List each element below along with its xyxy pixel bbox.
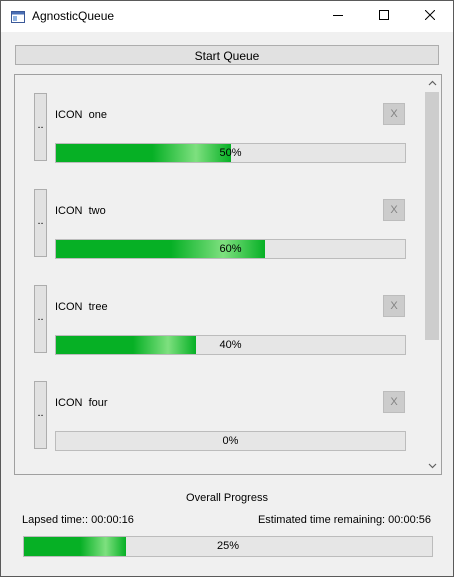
close-window-button[interactable] (407, 1, 453, 32)
maximize-button[interactable] (361, 1, 407, 32)
drag-handle[interactable]: .. (34, 381, 47, 449)
lapsed-time-label: Lapsed time:: 00:00:16 (22, 514, 134, 526)
title-bar: AgnosticQueue (1, 1, 453, 32)
scroll-down-button[interactable] (424, 458, 441, 474)
drag-handle[interactable]: .. (34, 285, 47, 353)
scroll-thumb[interactable] (425, 92, 439, 340)
progress-text: 0% (222, 435, 239, 447)
remove-item-button[interactable]: X (383, 199, 405, 221)
remove-item-button[interactable]: X (383, 103, 405, 125)
chevron-down-icon (428, 460, 437, 472)
queue-item: .. ICON two X 60% (15, 171, 424, 267)
progress-text: 25% (216, 540, 240, 552)
maximize-icon (379, 10, 389, 23)
remove-item-button[interactable]: X (383, 391, 405, 413)
remove-item-button[interactable]: X (383, 295, 405, 317)
queue-item-label: ICON tree (55, 301, 108, 313)
queue-item: .. ICON tree X 40% (15, 267, 424, 363)
progress-text: 40% (219, 339, 242, 351)
queue-item-label: ICON one (55, 109, 107, 121)
item-progress-bar: 50% (55, 143, 406, 163)
drag-handle[interactable]: .. (34, 93, 47, 161)
drag-handle[interactable]: .. (34, 189, 47, 257)
start-queue-button[interactable]: Start Queue (15, 45, 439, 65)
queue-item: .. ICON four X 0% (15, 363, 424, 459)
queue-scroll-area[interactable]: .. ICON one X 50% .. ICON two X 60% .. I… (14, 74, 442, 475)
vertical-scrollbar[interactable] (424, 75, 441, 474)
queue-item-label: ICON four (55, 397, 108, 409)
estimated-remaining-label: Estimated time remaining: 00:00:56 (257, 514, 431, 526)
queue-item-label: ICON two (55, 205, 106, 217)
item-progress-bar: 40% (55, 335, 406, 355)
close-icon (424, 9, 436, 23)
overall-progress-title: Overall Progress (186, 492, 268, 504)
progress-text: 60% (219, 243, 242, 255)
item-progress-bar: 0% (55, 431, 406, 451)
item-progress-bar: 60% (55, 239, 406, 259)
minimize-icon (333, 10, 343, 23)
chevron-up-icon (428, 77, 437, 89)
app-window: AgnosticQueue Start Queue .. ICON one X (0, 0, 454, 577)
window-title: AgnosticQueue (32, 9, 115, 23)
overall-progress-bar: 25% (23, 536, 433, 557)
scroll-up-button[interactable] (424, 75, 441, 91)
queue-item: .. ICON one X 50% (15, 75, 424, 171)
minimize-button[interactable] (315, 1, 361, 32)
progress-text: 50% (219, 147, 242, 159)
app-window-icon (11, 11, 25, 23)
